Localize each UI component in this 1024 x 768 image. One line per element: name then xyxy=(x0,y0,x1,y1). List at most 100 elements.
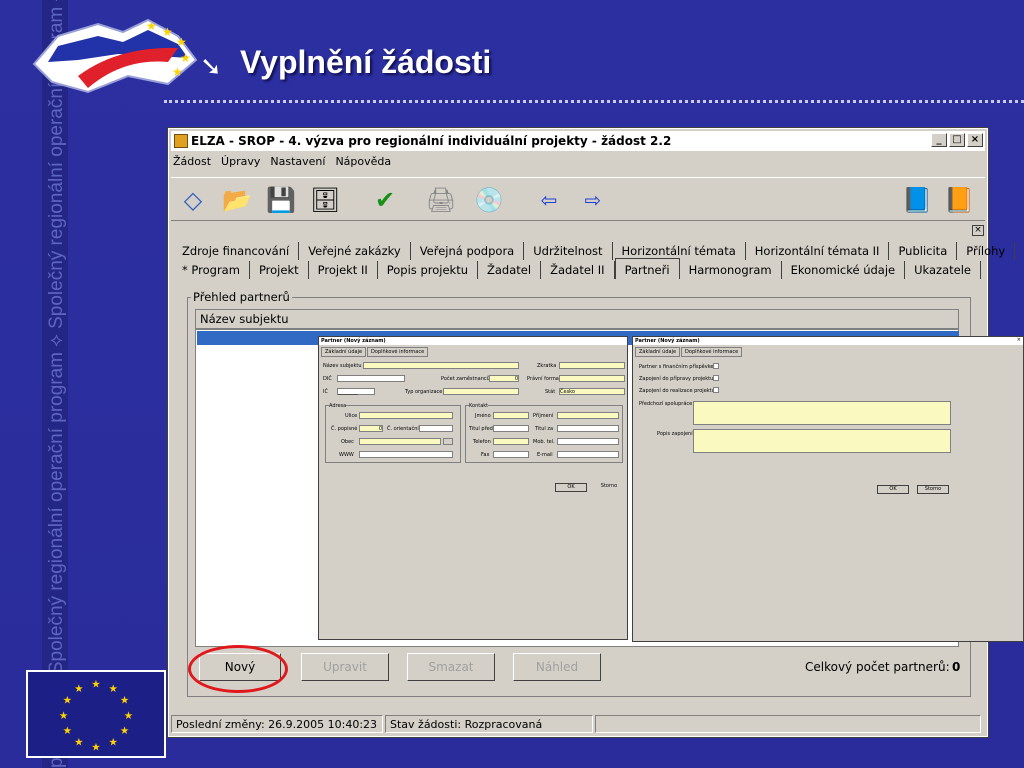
edit-button[interactable]: Upravit xyxy=(301,653,389,681)
house-no-label: Č. popisné xyxy=(331,426,358,432)
title-arrow-icon: ➘ xyxy=(200,52,222,82)
tab-prilohy[interactable]: Přílohy xyxy=(957,242,1016,260)
dialog-storno-button[interactable]: Storno xyxy=(593,483,625,492)
inner-close-icon[interactable]: × xyxy=(972,225,984,236)
dotted-divider xyxy=(164,100,1024,103)
info-book-icon[interactable]: 📙 xyxy=(941,182,977,218)
tab-program[interactable]: * Program xyxy=(173,261,250,279)
minimize-button[interactable]: _ xyxy=(931,133,947,147)
employees-label: Počet zaměstnanců xyxy=(441,376,490,382)
tab-zdroje-financovani[interactable]: Zdroje financování xyxy=(173,242,300,260)
mobile-field[interactable] xyxy=(557,438,619,445)
menu-nastaveni[interactable]: Nastavení xyxy=(270,155,325,173)
ic-field[interactable]: ________ xyxy=(337,388,375,395)
abbr-field[interactable] xyxy=(559,362,625,369)
disk-icon[interactable]: 💿 xyxy=(471,182,507,218)
open-icon[interactable]: 📂 xyxy=(219,182,255,218)
tab-zadatel[interactable]: Žadatel xyxy=(478,261,542,279)
vertical-program-text: program ⟡ Společný regionální operační p… xyxy=(46,0,67,768)
new-icon[interactable]: ◇ xyxy=(175,182,211,218)
title-after-label: Titul za xyxy=(535,426,554,432)
title-after-field[interactable] xyxy=(557,425,619,432)
save-icon[interactable]: 💾 xyxy=(263,182,299,218)
back-arrow-icon[interactable]: ⇦ xyxy=(531,182,567,218)
surname-field[interactable] xyxy=(557,412,619,419)
employees-field[interactable]: 0 xyxy=(489,375,519,382)
mobile-label: Mob. tel. xyxy=(533,439,555,445)
help-book-icon[interactable]: 📘 xyxy=(899,182,935,218)
tab-zadatel-2[interactable]: Žadatel II xyxy=(541,261,615,279)
svg-text:★: ★ xyxy=(176,35,187,49)
abbr-label: Zkratka xyxy=(537,363,557,369)
check-icon[interactable]: ✔ xyxy=(367,182,403,218)
delete-button[interactable]: Smazat xyxy=(407,653,495,681)
dialog-ok-button[interactable]: OK xyxy=(555,483,587,492)
tab-ekonomicke-udaje[interactable]: Ekonomické údaje xyxy=(782,261,906,279)
maximize-button[interactable]: □ xyxy=(949,133,965,147)
impl-involvement-checkbox[interactable] xyxy=(713,387,719,393)
dialog2-tab-extra[interactable]: Doplňkové informace xyxy=(681,347,743,357)
prep-involvement-checkbox[interactable] xyxy=(713,375,719,381)
impl-involvement-label: Zapojení do realizace projektu xyxy=(639,388,715,394)
group-label: Přehled partnerů xyxy=(191,290,292,304)
fax-field[interactable] xyxy=(493,451,529,458)
svg-text:★: ★ xyxy=(74,737,83,749)
menu-bar: Žádost Úpravy Nastavení Nápověda xyxy=(173,155,391,173)
svg-text:★: ★ xyxy=(59,710,68,722)
org-type-select[interactable] xyxy=(443,388,519,395)
dic-label: DIČ xyxy=(323,376,332,382)
tab-popis-projektu[interactable]: Popis projektu xyxy=(378,261,478,279)
city-picker-button[interactable] xyxy=(443,438,453,445)
window-titlebar: ELZA - SROP - 4. výzva pro regionální in… xyxy=(171,131,985,151)
submit-icon[interactable]: 🗄 xyxy=(307,182,343,218)
dialog2-ok-button[interactable]: OK xyxy=(877,485,909,494)
prev-cooperation-field[interactable] xyxy=(693,401,951,425)
tab-verejne-zakazky[interactable]: Veřejné zakázky xyxy=(299,242,411,260)
dialog2-tab-basic[interactable]: Základní údaje xyxy=(635,347,681,357)
city-field[interactable] xyxy=(359,438,441,445)
dialog2-close-icon[interactable]: × xyxy=(1017,337,1021,343)
dic-field[interactable] xyxy=(337,375,405,382)
svg-text:★: ★ xyxy=(146,19,157,33)
preview-button[interactable]: Náhled xyxy=(513,653,601,681)
tab-partneri[interactable]: Partneři xyxy=(614,258,680,279)
status-bar: Poslední změny: 26.9.2005 10:40:23 Stav … xyxy=(171,715,985,735)
legal-form-select[interactable] xyxy=(559,375,625,382)
tab-projekt[interactable]: Projekt xyxy=(250,261,309,279)
name-label: Název subjektu xyxy=(323,363,362,369)
eu-flag-icon: ★ ★★ ★★★ ★★★ ★★★ xyxy=(26,670,166,758)
dialog2-storno-button[interactable]: Storno xyxy=(917,485,949,494)
menu-upravy[interactable]: Úpravy xyxy=(221,155,260,173)
house-no-field[interactable]: 0 xyxy=(359,425,383,432)
orient-no-field[interactable] xyxy=(419,425,453,432)
surname-label: Příjmení xyxy=(533,413,554,419)
tab-horizontalni-temata-2[interactable]: Horizontální témata II xyxy=(746,242,890,260)
name-field[interactable] xyxy=(363,362,519,369)
close-button[interactable]: × xyxy=(967,133,983,147)
financial-contribution-checkbox[interactable] xyxy=(713,363,719,369)
tab-verejna-podpora[interactable]: Veřejná podpora xyxy=(411,242,525,260)
list-column-header[interactable]: Název subjektu xyxy=(195,309,959,329)
title-before-field[interactable] xyxy=(493,425,529,432)
dialog-tab-extra[interactable]: Doplňkové informace xyxy=(367,347,429,357)
street-field[interactable] xyxy=(359,412,453,419)
tab-udrzitelnost[interactable]: Udržitelnost xyxy=(524,242,613,260)
tab-ukazatele[interactable]: Ukazatele xyxy=(905,261,981,279)
country-select[interactable]: Česko xyxy=(559,388,625,395)
forward-arrow-icon[interactable]: ⇨ xyxy=(575,182,611,218)
phone-field[interactable] xyxy=(493,438,529,445)
tab-publicita[interactable]: Publicita xyxy=(889,242,958,260)
menu-zadost[interactable]: Žádost xyxy=(173,155,211,173)
tab-harmonogram[interactable]: Harmonogram xyxy=(680,261,782,279)
involvement-desc-field[interactable] xyxy=(693,429,951,453)
print-icon[interactable]: 🖨 xyxy=(423,182,459,218)
www-field[interactable] xyxy=(359,451,453,458)
orient-no-label: Č. orientační xyxy=(387,426,419,432)
tab-projekt-2[interactable]: Projekt II xyxy=(309,261,378,279)
email-label: E-mail xyxy=(537,452,553,458)
firstname-field[interactable] xyxy=(493,412,529,419)
email-field[interactable] xyxy=(557,451,619,458)
menu-napoveda[interactable]: Nápověda xyxy=(335,155,391,173)
country-label: Stát xyxy=(545,389,556,395)
dialog-tab-basic[interactable]: Základní údaje xyxy=(321,347,367,357)
